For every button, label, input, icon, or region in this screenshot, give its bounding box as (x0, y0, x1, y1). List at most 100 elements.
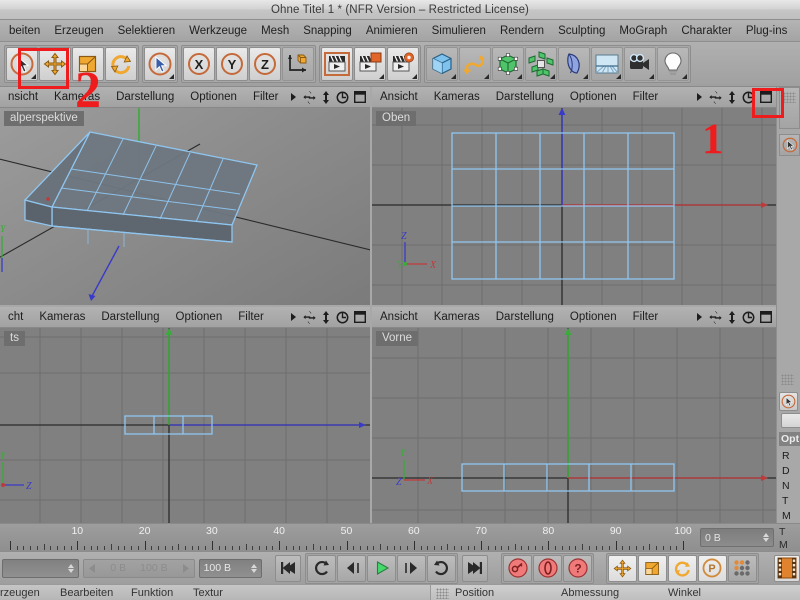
frame-input-field[interactable] (2, 559, 79, 578)
viewport-menu-ansicht[interactable]: cht (0, 311, 31, 323)
go-to-end-button[interactable] (462, 555, 488, 582)
viewport-control-icons[interactable] (290, 311, 370, 324)
maximize-viewport-icon[interactable] (354, 311, 366, 323)
chevron-right-icon[interactable] (696, 312, 704, 322)
current-frame-field[interactable]: 0 B (700, 528, 774, 547)
viewport-menu-filter[interactable]: Filter (625, 91, 667, 103)
attribute-field-stub[interactable] (781, 413, 800, 428)
max-frames-field[interactable]: 100 B (199, 559, 262, 578)
go-to-start-button[interactable] (275, 555, 301, 582)
lock-y-axis-button[interactable]: Y (216, 47, 248, 81)
viewport-menu-ansicht[interactable]: nsicht (0, 91, 46, 103)
main-menu-item-beiten[interactable]: beiten (2, 23, 47, 39)
viewport-menu-optionen[interactable]: Optionen (168, 311, 231, 323)
front-viewport-body[interactable]: Vorne (372, 328, 776, 523)
animation-toolbar[interactable]: 0 B 100 B 100 B (0, 551, 800, 584)
main-menu-item-simulieren[interactable]: Simulieren (425, 23, 493, 39)
viewport-menu-kameras[interactable]: Kameras (426, 311, 488, 323)
attribute-tool-icon-button[interactable] (779, 392, 798, 411)
current-frame-spinner[interactable] (763, 533, 769, 542)
viewport-menu-ansicht[interactable]: Ansicht (372, 91, 426, 103)
status-menu-funktion[interactable]: Funktion (131, 587, 173, 599)
right-viewport-menu[interactable]: cht Kameras Darstellung Optionen Filter (0, 307, 370, 328)
top-viewport-body[interactable]: Oben (372, 108, 776, 305)
viewport-menu-filter[interactable]: Filter (625, 311, 667, 323)
drag-grip-icon[interactable] (783, 92, 796, 103)
main-menu-item-werkzeuge[interactable]: Werkzeuge (182, 23, 254, 39)
main-menu-item-charakter[interactable]: Charakter (674, 23, 739, 39)
timeline-bar[interactable]: 102030405060708090100 0 B T M (0, 523, 800, 551)
autokeying-button[interactable] (533, 555, 562, 582)
add-array-object-button[interactable] (525, 47, 557, 81)
parameter-key-button[interactable]: P (698, 555, 727, 582)
maximize-viewport-icon[interactable] (354, 91, 366, 103)
zoom-viewport-icon[interactable] (321, 91, 331, 104)
render-view-button[interactable] (321, 47, 353, 81)
maximize-viewport-icon[interactable] (760, 311, 772, 323)
main-menu-item-mesh[interactable]: Mesh (254, 23, 296, 39)
right-viewport[interactable]: cht Kameras Darstellung Optionen Filter … (0, 307, 370, 523)
zoom-viewport-icon[interactable] (727, 91, 737, 104)
range-right-arrow-icon[interactable] (182, 564, 190, 573)
attribute-row-r[interactable]: R (777, 449, 791, 464)
add-light-object-button[interactable] (657, 47, 689, 81)
perspective-viewport-menu[interactable]: nsicht Kameras Darstellung Optionen Filt… (0, 87, 370, 108)
attribute-row-m[interactable]: M (777, 509, 791, 524)
front-viewport[interactable]: Ansicht Kameras Darstellung Optionen Fil… (372, 307, 776, 523)
main-menu-bar[interactable]: beitenErzeugenSelektierenWerkzeugeMeshSn… (0, 20, 800, 42)
viewport-menu-darstellung[interactable]: Darstellung (108, 91, 182, 103)
chevron-right-icon[interactable] (290, 92, 298, 102)
add-cube-object-button[interactable] (426, 47, 458, 81)
add-camera-object-button[interactable] (624, 47, 656, 81)
perspective-viewport-body[interactable]: alperspektive (0, 108, 370, 305)
step-forward-button[interactable] (397, 555, 426, 582)
viewport-menu-kameras[interactable]: Kameras (426, 91, 488, 103)
play-reverse-button[interactable] (307, 555, 336, 582)
icon-toolbar[interactable]: X Y Z (0, 42, 800, 87)
viewport-menu-filter[interactable]: Filter (230, 311, 272, 323)
viewport-menu-kameras[interactable]: Kameras (31, 311, 93, 323)
viewport-menu-darstellung[interactable]: Darstellung (488, 91, 562, 103)
zoom-viewport-icon[interactable] (321, 311, 331, 324)
selection-mode-tool-button[interactable] (144, 47, 176, 81)
timeline-filmstrip-button[interactable] (774, 555, 800, 582)
pan-viewport-icon[interactable] (303, 311, 316, 324)
coordinate-grip-icon[interactable] (436, 588, 449, 599)
viewport-menu-darstellung[interactable]: Darstellung (93, 311, 167, 323)
viewport-menu-optionen[interactable]: Optionen (562, 91, 625, 103)
play-forward-loop-button[interactable] (427, 555, 456, 582)
zoom-viewport-icon[interactable] (727, 311, 737, 324)
right-dock-panel[interactable]: Opt RDNTM (776, 87, 800, 523)
chevron-right-icon[interactable] (696, 92, 704, 102)
main-menu-item-snapping[interactable]: Snapping (296, 23, 359, 39)
main-menu-item-mograph[interactable]: MoGraph (612, 23, 674, 39)
render-settings-button[interactable] (387, 47, 419, 81)
viewport-menu-darstellung[interactable]: Darstellung (488, 311, 562, 323)
attribute-row-d[interactable]: D (777, 464, 791, 479)
top-viewport-menu[interactable]: Ansicht Kameras Darstellung Optionen Fil… (372, 87, 776, 108)
play-button[interactable] (367, 555, 396, 582)
max-frames-spinner[interactable] (251, 564, 257, 573)
add-environment-object-button[interactable] (591, 47, 623, 81)
viewport-menu-ansicht[interactable]: Ansicht (372, 311, 426, 323)
pan-viewport-icon[interactable] (709, 311, 722, 324)
record-keyframe-button[interactable] (503, 555, 532, 582)
timeline-ruler[interactable]: 102030405060708090100 (0, 524, 697, 552)
main-menu-item-sculpting[interactable]: Sculpting (551, 23, 612, 39)
attribute-row-n[interactable]: N (777, 479, 791, 494)
render-region-button[interactable] (354, 47, 386, 81)
rotate-viewport-icon[interactable] (742, 311, 755, 324)
status-menu-bearbeiten[interactable]: Bearbeiten (60, 587, 113, 599)
viewport-menu-optionen[interactable]: Optionen (562, 311, 625, 323)
cursor-circle-icon[interactable] (782, 137, 798, 153)
frame-input-spinner[interactable] (68, 564, 74, 573)
pan-viewport-icon[interactable] (709, 91, 722, 104)
add-spline-object-button[interactable] (459, 47, 491, 81)
attribute-grip-icon[interactable] (781, 374, 794, 385)
rotate-viewport-icon[interactable] (336, 311, 349, 324)
keyframe-selection-button[interactable]: ? (563, 555, 592, 582)
coordinate-manager-panel[interactable]: Position Abmessung Winkel (430, 585, 800, 600)
perspective-viewport[interactable]: nsicht Kameras Darstellung Optionen Filt… (0, 87, 370, 305)
world-object-coordinates-button[interactable] (282, 47, 314, 81)
point-level-animation-button[interactable] (728, 555, 757, 582)
